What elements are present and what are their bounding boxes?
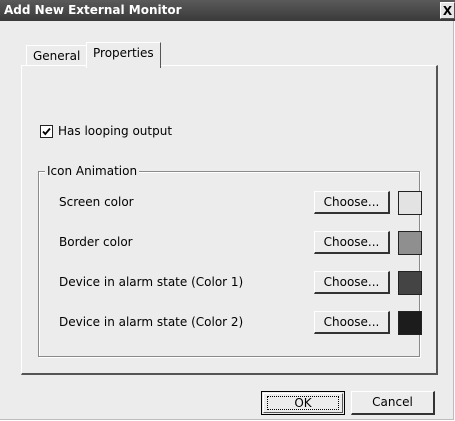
ok-button[interactable]: OK <box>261 391 345 415</box>
looping-output-label: Has looping output <box>58 124 173 138</box>
alarm-color1-swatch <box>398 271 422 295</box>
choose-button-label: Choose... <box>323 195 380 209</box>
choose-button-label: Choose... <box>323 275 380 289</box>
border-color-swatch <box>398 231 422 255</box>
checkmark-icon <box>42 127 51 135</box>
border-color-choose-button[interactable]: Choose... <box>314 231 390 254</box>
screen-color-swatch <box>398 191 422 215</box>
tab-properties-label: Properties <box>93 46 154 60</box>
alarm-color1-label: Device in alarm state (Color 1) <box>59 275 244 289</box>
alarm-color2-label: Device in alarm state (Color 2) <box>59 315 244 329</box>
icon-animation-legend: Icon Animation <box>45 164 140 178</box>
cancel-button[interactable]: Cancel <box>351 391 435 415</box>
icon-animation-group: Icon Animation Screen color Choose... Bo… <box>38 164 422 357</box>
looping-output-row[interactable]: Has looping output <box>40 123 172 139</box>
alarm-color2-choose-button[interactable]: Choose... <box>314 311 390 334</box>
close-icon: X <box>442 4 453 18</box>
window-title: Add New External Monitor <box>4 3 182 17</box>
choose-button-label: Choose... <box>323 235 380 249</box>
tab-general[interactable]: General <box>26 45 88 65</box>
screen-color-choose-button[interactable]: Choose... <box>314 191 390 214</box>
dialog-window: Add New External Monitor X General Prope… <box>0 0 455 420</box>
close-button[interactable]: X <box>440 2 455 19</box>
ok-button-label: OK <box>294 396 312 410</box>
border-color-label: Border color <box>59 235 133 249</box>
title-bar: Add New External Monitor X <box>0 0 455 21</box>
tab-properties[interactable]: Properties <box>86 42 161 68</box>
alarm-color2-swatch <box>398 311 422 335</box>
tab-general-label: General <box>33 49 81 63</box>
alarm-color1-choose-button[interactable]: Choose... <box>314 271 390 294</box>
looping-output-checkbox[interactable] <box>40 124 53 138</box>
properties-panel: Has looping output Icon Animation Screen… <box>21 65 438 375</box>
screen-color-label: Screen color <box>59 195 134 209</box>
choose-button-label: Choose... <box>323 315 380 329</box>
cancel-button-label: Cancel <box>372 395 413 409</box>
